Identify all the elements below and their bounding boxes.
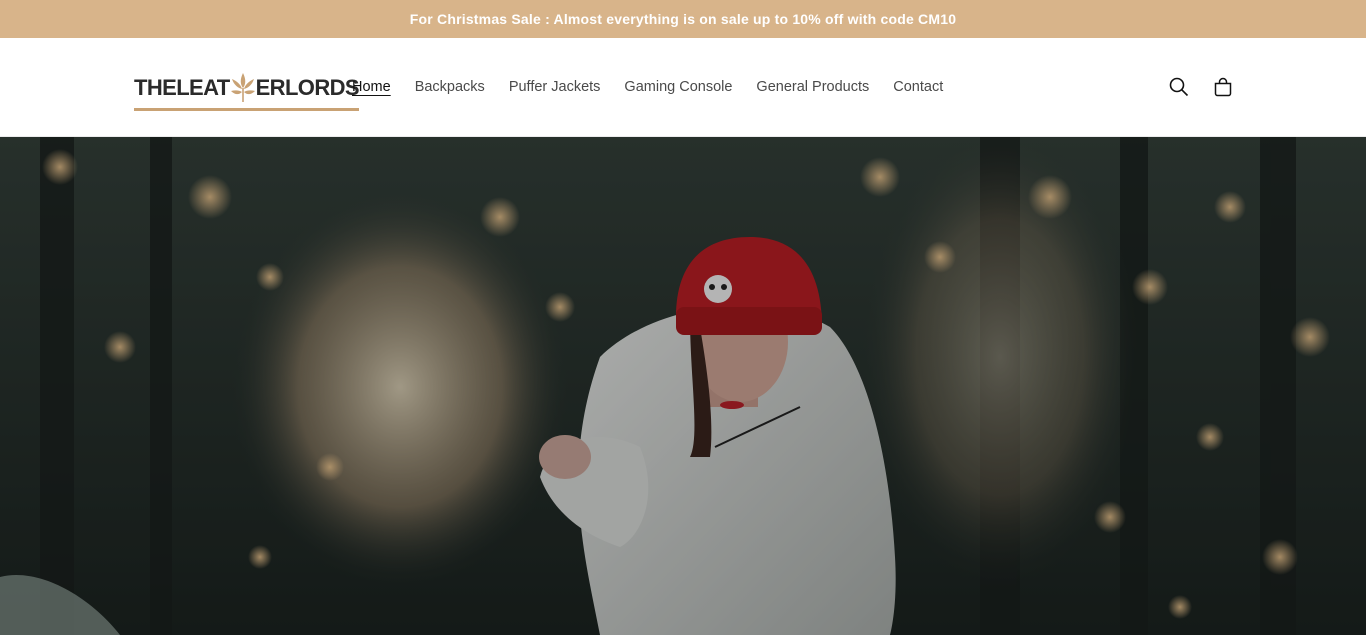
cart-button[interactable] <box>1212 76 1234 98</box>
hero-image <box>0 137 1366 635</box>
nav-link-gaming-console[interactable]: Gaming Console <box>624 79 732 95</box>
store-logo[interactable]: THELEAT ERLORDS <box>134 69 360 113</box>
logo-underline <box>134 108 359 111</box>
leaf-icon <box>230 73 255 102</box>
announcement-bar: For Christmas Sale : Almost everything i… <box>0 0 1366 38</box>
main-navigation: Home Backpacks Puffer Jackets Gaming Con… <box>352 79 943 95</box>
site-header: THELEAT ERLORDS Home Backpacks Puffer Ja… <box>0 38 1366 137</box>
logo-wordmark: THELEAT ERLORDS <box>134 71 360 111</box>
nav-link-contact[interactable]: Contact <box>893 79 943 95</box>
hero-banner <box>0 137 1366 635</box>
search-button[interactable] <box>1168 76 1190 98</box>
logo-text-right: ERLORDS <box>255 75 360 100</box>
nav-link-general-products[interactable]: General Products <box>756 79 869 95</box>
logo-text-left: THELEAT <box>134 75 230 100</box>
announcement-text: For Christmas Sale : Almost everything i… <box>409 11 957 27</box>
cart-icon <box>1214 77 1232 97</box>
nav-link-backpacks[interactable]: Backpacks <box>415 79 485 95</box>
header-actions <box>1168 76 1234 98</box>
search-icon <box>1169 77 1189 97</box>
nav-link-puffer-jackets[interactable]: Puffer Jackets <box>509 79 601 95</box>
nav-link-home[interactable]: Home <box>352 79 391 95</box>
